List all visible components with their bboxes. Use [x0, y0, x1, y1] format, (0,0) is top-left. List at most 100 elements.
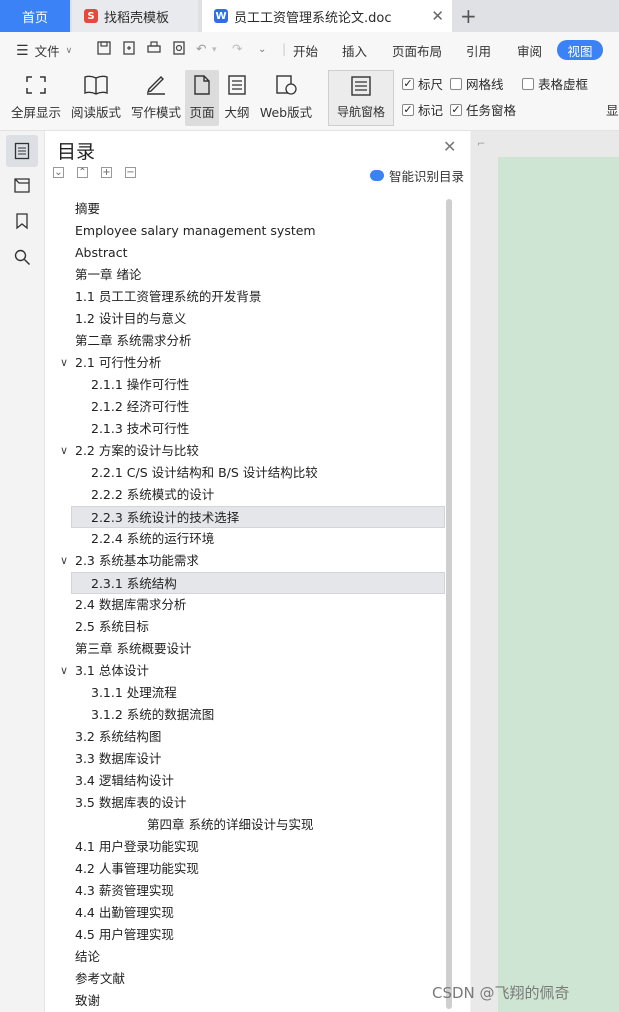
toc-item[interactable]: 2.2.4 系统的运行环境	[45, 528, 445, 550]
toc-item[interactable]: 2.1 可行性分析 ∨	[45, 352, 445, 374]
toc-item[interactable]: 2.3.1 系统结构	[71, 572, 445, 594]
menu-item-insert[interactable]: 插入	[342, 41, 367, 60]
table-gridlines-check-box[interactable]	[522, 77, 534, 90]
bookmark-button[interactable]	[10, 209, 34, 233]
toc-item[interactable]: 2.3 系统基本功能需求 ∨	[45, 550, 445, 572]
toc-item[interactable]: Employee salary management system	[45, 220, 445, 242]
tab-document[interactable]: W 员工工资管理系统论文.doc ✕	[202, 0, 452, 32]
toc-item[interactable]: 4.1 用户登录功能实现	[45, 836, 445, 858]
save-icon[interactable]	[96, 40, 112, 56]
page-view-button[interactable]: 页面	[185, 70, 219, 126]
menu-item-layout[interactable]: 页面布局	[392, 41, 442, 60]
truncated-ribbon-label[interactable]: 显	[606, 100, 619, 119]
close-pane-icon[interactable]: ✕	[443, 137, 456, 156]
gridlines-checkbox[interactable]: 网格线	[450, 74, 504, 93]
new-tab-button[interactable]: +	[460, 4, 477, 28]
toc-item[interactable]: 第三章 系统概要设计	[45, 638, 445, 660]
toc-item[interactable]: 2.1.3 技术可行性	[45, 418, 445, 440]
undo-icon[interactable]: ↶	[196, 41, 206, 56]
toc-item-label: 2.2.3 系统设计的技术选择	[91, 510, 240, 525]
book-icon	[84, 75, 108, 95]
toc-item[interactable]: 参考文献	[45, 968, 445, 990]
toc-item[interactable]: 4.2 人事管理功能实现	[45, 858, 445, 880]
nav-pane-button[interactable]: 导航窗格	[328, 70, 394, 126]
task-pane-checkbox[interactable]: ✓ 任务窗格	[450, 100, 516, 119]
document-page[interactable]	[498, 157, 619, 1012]
menu-item-references[interactable]: 引用	[466, 41, 491, 60]
table-gridlines-checkbox[interactable]: 表格虚框	[522, 74, 588, 93]
ruler-checkbox[interactable]: ✓ 标尺	[402, 74, 443, 93]
close-icon[interactable]: ✕	[431, 7, 444, 25]
toc-item[interactable]: 2.1.1 操作可行性	[45, 374, 445, 396]
toc-item[interactable]: 3.5 数据库表的设计	[45, 792, 445, 814]
toc-item[interactable]: 第四章 系统的详细设计与实现	[45, 814, 445, 836]
toc-item[interactable]: 1.1 员工工资管理系统的开发背景	[45, 286, 445, 308]
toc-sidebar-button[interactable]	[6, 135, 38, 167]
collapse-all-icon[interactable]: ⌄	[53, 167, 64, 178]
toc-item[interactable]: 2.4 数据库需求分析	[45, 594, 445, 616]
markup-check-box[interactable]: ✓	[402, 103, 414, 116]
toc-item[interactable]: 3.4 逻辑结构设计	[45, 770, 445, 792]
toc-item[interactable]: Abstract	[45, 242, 445, 264]
toc-item[interactable]: 结论	[45, 946, 445, 968]
undo-dropdown-icon[interactable]: ▾	[212, 45, 217, 55]
export-pdf-icon[interactable]	[121, 40, 137, 56]
task-pane-check-box[interactable]: ✓	[450, 103, 462, 116]
markup-checkbox[interactable]: ✓ 标记	[402, 100, 443, 119]
chapter-nav-button[interactable]	[10, 173, 34, 197]
page-view-label: 页面	[189, 105, 215, 120]
toc-scrollbar[interactable]	[446, 199, 452, 1009]
toc-item[interactable]: 4.5 用户管理实现	[45, 924, 445, 946]
tab-home[interactable]: 首页	[0, 0, 70, 32]
redo-icon[interactable]: ↷	[232, 41, 242, 56]
document-canvas[interactable]: ⌐	[471, 131, 619, 1012]
chevron-down-icon[interactable]: ∨	[60, 550, 68, 572]
toc-item[interactable]: 3.2 系统结构图	[45, 726, 445, 748]
menu-item-start[interactable]: 开始	[293, 41, 318, 60]
search-button[interactable]	[10, 245, 34, 269]
toc-item[interactable]: 3.1 总体设计 ∨	[45, 660, 445, 682]
toc-item[interactable]: 2.1.2 经济可行性	[45, 396, 445, 418]
toc-item[interactable]: 2.2.2 系统模式的设计	[45, 484, 445, 506]
smart-toc-button[interactable]: 智能识别目录	[370, 166, 464, 185]
toc-item[interactable]: 4.3 薪资管理实现	[45, 880, 445, 902]
toc-item[interactable]: 第一章 绪论	[45, 264, 445, 286]
web-layout-button[interactable]: Web版式	[258, 70, 314, 126]
toc-item[interactable]: 1.2 设计目的与意义	[45, 308, 445, 330]
reading-layout-button[interactable]: 阅读版式	[70, 70, 122, 126]
toc-item[interactable]: 3.1.2 系统的数据流图	[45, 704, 445, 726]
chevron-down-icon[interactable]: ∨	[60, 440, 68, 462]
chevron-down-icon[interactable]: ∨	[60, 660, 68, 682]
toc-item[interactable]: 2.2 方案的设计与比较 ∨	[45, 440, 445, 462]
add-heading-icon[interactable]: +	[101, 167, 112, 178]
writing-mode-button[interactable]: 写作模式	[130, 70, 182, 126]
toc-item[interactable]: 3.3 数据库设计	[45, 748, 445, 770]
remove-heading-icon[interactable]: −	[125, 167, 136, 178]
toc-item[interactable]: 3.1.1 处理流程	[45, 682, 445, 704]
tab-template[interactable]: S 找稻壳模板	[72, 0, 198, 32]
toc-item-label: 2.2 方案的设计与比较	[75, 443, 199, 458]
toc-item[interactable]: 4.4 出勤管理实现	[45, 902, 445, 924]
toc-item[interactable]: 摘要	[45, 198, 445, 220]
outline-button[interactable]: 大纲	[222, 70, 252, 126]
expand-up-icon[interactable]: ⌃	[77, 167, 88, 178]
toc-item[interactable]: 2.5 系统目标	[45, 616, 445, 638]
toc-item[interactable]: 致谢	[45, 990, 445, 1012]
print-preview-icon[interactable]	[171, 40, 187, 56]
toc-item-label: 4.3 薪资管理实现	[75, 883, 174, 898]
menu-item-review[interactable]: 审阅	[517, 41, 542, 60]
gridlines-check-box[interactable]	[450, 77, 462, 90]
quick-access-more-icon[interactable]: ⌄	[258, 44, 266, 55]
toc-item[interactable]: 2.2.3 系统设计的技术选择	[71, 506, 445, 528]
chevron-down-icon[interactable]: ∨	[60, 352, 68, 374]
menu-item-view[interactable]: 视图	[557, 40, 603, 60]
toc-item[interactable]: 第二章 系统需求分析	[45, 330, 445, 352]
fullscreen-button[interactable]: 全屏显示	[10, 70, 62, 126]
smart-toc-label: 智能识别目录	[389, 169, 465, 184]
toc-item[interactable]: 2.2.1 C/S 设计结构和 B/S 设计结构比较	[45, 462, 445, 484]
word-doc-icon: W	[214, 9, 228, 23]
ruler-check-box[interactable]: ✓	[402, 77, 414, 90]
print-icon[interactable]	[146, 40, 162, 56]
toc-item-label: Abstract	[75, 245, 128, 260]
file-menu[interactable]: ☰ 文件 ∨	[16, 41, 72, 60]
